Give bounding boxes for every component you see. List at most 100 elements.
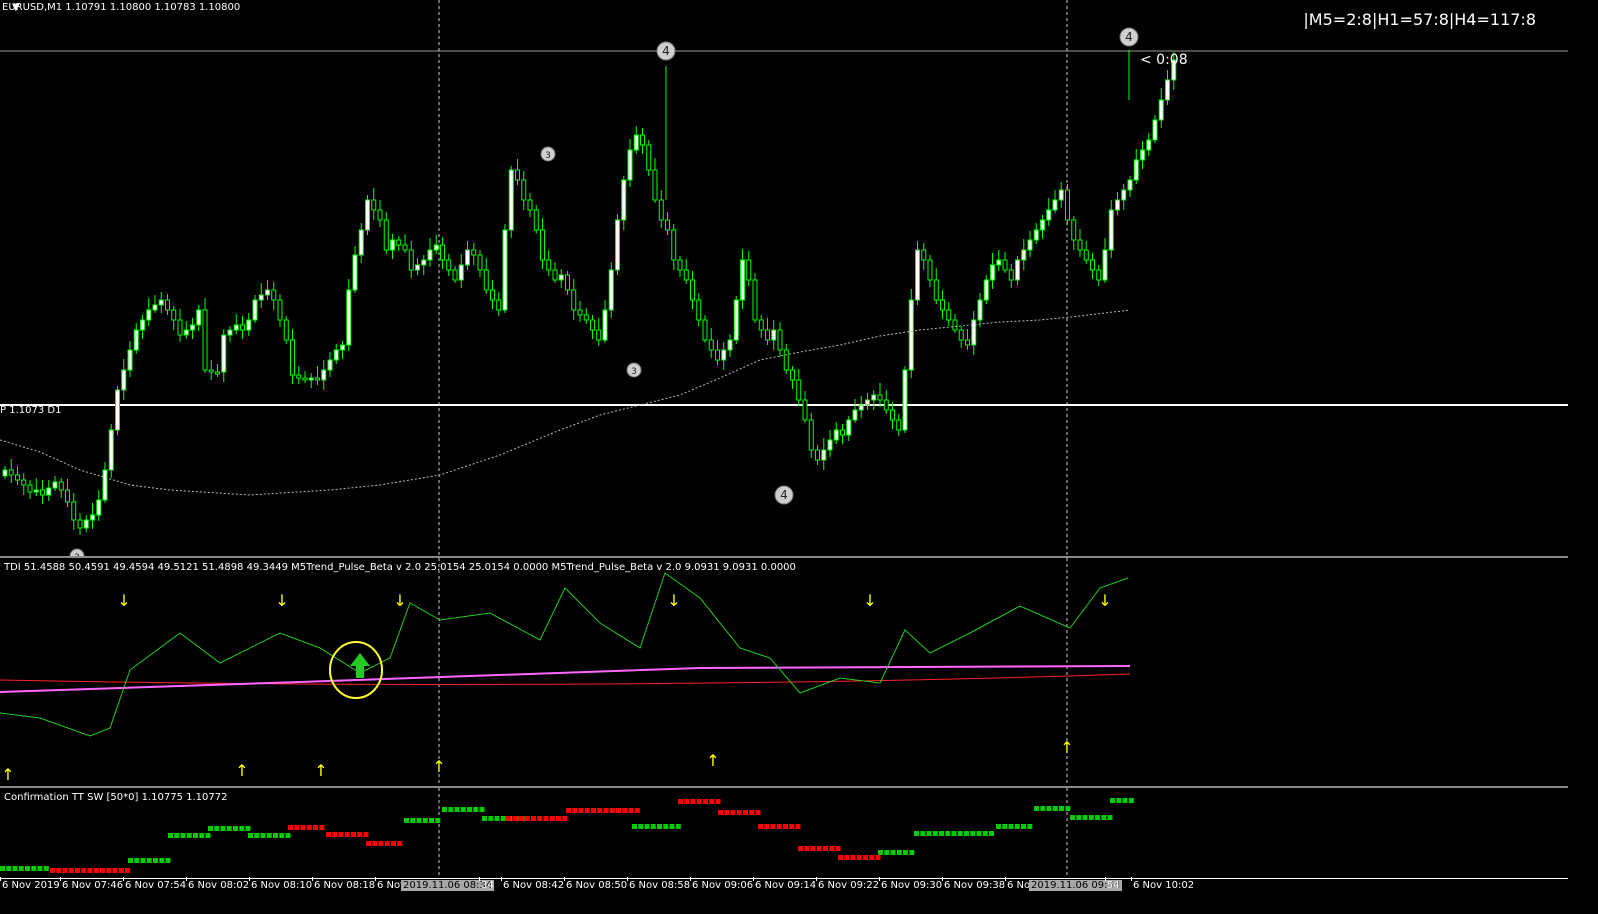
bear-candle	[877, 394, 883, 401]
bull-candle	[1052, 199, 1058, 211]
bull-candle	[146, 309, 152, 321]
confirmation-block	[1107, 815, 1113, 820]
confirmation-block	[25, 866, 30, 871]
bull-candle	[852, 409, 858, 421]
confirmation-block	[776, 824, 782, 829]
confirmation-block	[1110, 798, 1115, 803]
bear-candle	[533, 209, 539, 231]
bull-candle	[727, 339, 733, 351]
confirmation-block	[669, 824, 675, 829]
bull-candle	[233, 324, 239, 331]
bear-candle	[65, 489, 70, 503]
confirmation-canvas[interactable]	[0, 788, 1568, 878]
bull-candle	[465, 249, 470, 266]
price-chart-pane[interactable]: 444333 ▼ EURUSD,M1 1.10791 1.10800 1.107…	[0, 0, 1568, 556]
bear-candle	[1083, 249, 1089, 261]
bull-candle	[152, 304, 158, 311]
bear-candle	[283, 319, 289, 341]
bear-candle	[215, 371, 220, 375]
confirmation-block	[903, 850, 908, 855]
confirmation-block	[199, 833, 205, 838]
confirmation-block	[823, 846, 828, 851]
confirmation-block	[62, 868, 68, 873]
bear-candle	[802, 399, 808, 421]
confirmation-block	[835, 846, 841, 851]
confirmation-block	[285, 833, 291, 838]
bull-candle	[1127, 179, 1133, 191]
confirmation-block	[6, 866, 12, 871]
bear-candle	[890, 409, 895, 421]
confirmation-block	[878, 850, 883, 855]
confirmation-block	[214, 826, 220, 831]
bear-candle	[8, 469, 14, 476]
bull-candle	[46, 487, 52, 496]
confirmation-block	[650, 824, 656, 829]
tdi-canvas[interactable]: ↓ ↓ ↓ ↓ ↓ ↓ ↑ ↑ ↑ ↑ ↑ ↑	[0, 558, 1568, 786]
bull-candle	[433, 244, 439, 251]
time-tick: 54	[1105, 877, 1120, 891]
bull-candle	[421, 259, 427, 266]
confirmation-block	[208, 826, 213, 831]
bull-candle	[52, 481, 58, 489]
bear-candle	[940, 299, 945, 311]
confirmation-indicator-pane[interactable]: Confirmation TT SW [50*0] 1.10775 1.1077…	[0, 788, 1568, 878]
bull-candle	[971, 319, 977, 346]
bear-candle	[240, 324, 245, 331]
confirmation-block	[366, 841, 371, 846]
confirmation-block	[572, 808, 578, 813]
confirmation-block	[288, 825, 293, 830]
confirmation-block	[597, 808, 603, 813]
confirmation-block	[248, 833, 253, 838]
bull-candle	[252, 299, 258, 321]
candle-timer: < 0:08	[1140, 52, 1188, 68]
bear-candle	[302, 377, 308, 381]
bear-candle	[552, 269, 558, 281]
bull-candle	[196, 309, 202, 326]
wave-label-text: 4	[780, 488, 788, 502]
bear-candle	[15, 474, 20, 481]
bear-candle	[177, 319, 183, 336]
time-tick: 6 Nov 08:50	[563, 877, 628, 891]
confirmation-block	[378, 841, 384, 846]
confirmation-block	[810, 846, 816, 851]
confirmation-block	[976, 831, 982, 836]
price-scale-strip[interactable]	[1568, 0, 1598, 914]
confirmation-block	[562, 816, 568, 821]
bear-candle	[677, 259, 683, 271]
bear-candle	[702, 319, 708, 341]
bear-candle	[165, 299, 170, 311]
yellow-up-arrow-icon: ↑	[706, 751, 719, 770]
bull-candle	[415, 264, 420, 271]
confirmation-block	[357, 832, 363, 837]
confirmation-block	[494, 816, 500, 821]
bull-candle	[902, 369, 908, 431]
confirmation-block	[429, 818, 434, 823]
confirmation-block	[890, 850, 896, 855]
confirmation-block	[460, 807, 466, 812]
bear-candle	[671, 229, 677, 261]
confirmation-block	[909, 850, 915, 855]
wave-label-text: 3	[545, 151, 551, 161]
bull-candle	[158, 299, 164, 306]
tdi-indicator-pane[interactable]: ↓ ↓ ↓ ↓ ↓ ↓ ↑ ↑ ↑ ↑ ↑ ↑ TDI 51.4588 50.4591 49.4594…	[0, 558, 1568, 786]
confirmation-block	[690, 799, 696, 804]
bear-candle	[658, 199, 664, 221]
bear-candle	[683, 269, 689, 281]
bull-candle	[721, 349, 727, 361]
confirmation-block	[939, 831, 944, 836]
price-chart-canvas[interactable]: 444333	[0, 0, 1568, 556]
confirmation-block	[159, 858, 165, 863]
bear-candle	[696, 299, 702, 321]
bear-candle	[565, 274, 570, 291]
confirmation-title: Confirmation TT SW [50*0] 1.10775 1.1077…	[4, 792, 228, 803]
confirmation-block	[518, 816, 524, 821]
confirmation-block	[869, 855, 875, 860]
confirmation-block	[391, 841, 396, 846]
confirmation-block	[609, 808, 615, 813]
bear-candle	[371, 199, 377, 211]
bull-candle	[1058, 189, 1064, 201]
confirmation-block	[743, 810, 748, 815]
bear-candle	[1065, 189, 1070, 221]
confirmation-block	[675, 824, 681, 829]
bull-candle	[390, 239, 395, 251]
